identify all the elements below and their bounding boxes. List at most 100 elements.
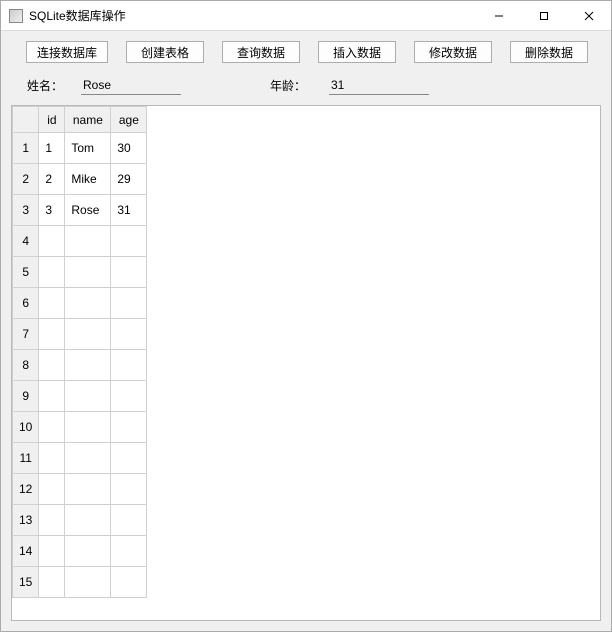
cell-age[interactable] — [111, 257, 147, 288]
cell-name[interactable] — [65, 505, 111, 536]
table-row[interactable]: 6 — [13, 288, 147, 319]
maximize-button[interactable] — [521, 1, 566, 30]
cell-age[interactable] — [111, 226, 147, 257]
table-row[interactable]: 33Rose31 — [13, 195, 147, 226]
cell-name[interactable] — [65, 319, 111, 350]
toolbar: 连接数据库 创建表格 查询数据 插入数据 修改数据 删除数据 — [1, 31, 611, 69]
row-header[interactable]: 14 — [13, 536, 39, 567]
cell-age[interactable] — [111, 536, 147, 567]
window-title: SQLite数据库操作 — [29, 7, 476, 24]
table-row[interactable]: 9 — [13, 381, 147, 412]
row-header[interactable]: 10 — [13, 412, 39, 443]
row-header[interactable]: 11 — [13, 443, 39, 474]
table-row[interactable]: 12 — [13, 474, 147, 505]
row-header[interactable]: 15 — [13, 567, 39, 598]
header-row: id name age — [13, 107, 147, 133]
cell-id[interactable] — [39, 412, 65, 443]
name-label: 姓名： — [15, 77, 75, 94]
cell-age[interactable] — [111, 505, 147, 536]
table-row[interactable]: 14 — [13, 536, 147, 567]
cell-age[interactable] — [111, 474, 147, 505]
row-header[interactable]: 7 — [13, 319, 39, 350]
cell-name[interactable]: Mike — [65, 164, 111, 195]
col-header-age[interactable]: age — [111, 107, 147, 133]
cell-age[interactable] — [111, 443, 147, 474]
table-row[interactable]: 11 — [13, 443, 147, 474]
cell-age[interactable]: 30 — [111, 133, 147, 164]
cell-id[interactable] — [39, 536, 65, 567]
cell-name[interactable] — [65, 567, 111, 598]
table-body: 11Tom3022Mike2933Rose3145678910111213141… — [13, 133, 147, 598]
create-table-button[interactable]: 创建表格 — [126, 41, 204, 63]
app-window: SQLite数据库操作 连接数据库 创建表格 查询数据 插入数据 修改数据 删除… — [0, 0, 612, 632]
cell-age[interactable] — [111, 567, 147, 598]
cell-age[interactable] — [111, 412, 147, 443]
cell-id[interactable] — [39, 288, 65, 319]
cell-id[interactable] — [39, 474, 65, 505]
row-header[interactable]: 6 — [13, 288, 39, 319]
minimize-icon — [494, 11, 504, 21]
cell-id[interactable] — [39, 257, 65, 288]
col-header-name[interactable]: name — [65, 107, 111, 133]
row-header[interactable]: 8 — [13, 350, 39, 381]
row-header[interactable]: 12 — [13, 474, 39, 505]
cell-name[interactable]: Rose — [65, 195, 111, 226]
cell-id[interactable]: 3 — [39, 195, 65, 226]
cell-age[interactable] — [111, 381, 147, 412]
cell-name[interactable] — [65, 443, 111, 474]
cell-id[interactable]: 1 — [39, 133, 65, 164]
close-button[interactable] — [566, 1, 611, 30]
update-data-button[interactable]: 修改数据 — [414, 41, 492, 63]
table-row[interactable]: 5 — [13, 257, 147, 288]
close-icon — [584, 11, 594, 21]
cell-id[interactable] — [39, 319, 65, 350]
table-row[interactable]: 8 — [13, 350, 147, 381]
table-row[interactable]: 10 — [13, 412, 147, 443]
cell-name[interactable] — [65, 226, 111, 257]
cell-id[interactable]: 2 — [39, 164, 65, 195]
age-input[interactable] — [329, 75, 429, 95]
cell-age[interactable] — [111, 288, 147, 319]
connect-db-button[interactable]: 连接数据库 — [26, 41, 108, 63]
cell-name[interactable] — [65, 536, 111, 567]
row-header[interactable]: 3 — [13, 195, 39, 226]
table-row[interactable]: 22Mike29 — [13, 164, 147, 195]
cell-id[interactable] — [39, 443, 65, 474]
row-header[interactable]: 9 — [13, 381, 39, 412]
cell-name[interactable] — [65, 257, 111, 288]
row-header[interactable]: 2 — [13, 164, 39, 195]
delete-data-button[interactable]: 删除数据 — [510, 41, 588, 63]
data-table-container[interactable]: id name age 11Tom3022Mike2933Rose3145678… — [11, 105, 601, 621]
form-row: 姓名： 年龄： — [1, 69, 611, 105]
cell-name[interactable] — [65, 412, 111, 443]
cell-name[interactable] — [65, 474, 111, 505]
cell-id[interactable] — [39, 567, 65, 598]
query-data-button[interactable]: 查询数据 — [222, 41, 300, 63]
cell-id[interactable] — [39, 381, 65, 412]
cell-age[interactable]: 31 — [111, 195, 147, 226]
name-input[interactable] — [81, 75, 181, 95]
row-header[interactable]: 1 — [13, 133, 39, 164]
cell-name[interactable] — [65, 288, 111, 319]
cell-name[interactable] — [65, 381, 111, 412]
minimize-button[interactable] — [476, 1, 521, 30]
table-row[interactable]: 11Tom30 — [13, 133, 147, 164]
table-row[interactable]: 15 — [13, 567, 147, 598]
table-row[interactable]: 4 — [13, 226, 147, 257]
cell-name[interactable] — [65, 350, 111, 381]
cell-id[interactable] — [39, 350, 65, 381]
col-header-id[interactable]: id — [39, 107, 65, 133]
cell-id[interactable] — [39, 505, 65, 536]
cell-age[interactable] — [111, 319, 147, 350]
row-header[interactable]: 5 — [13, 257, 39, 288]
row-header[interactable]: 13 — [13, 505, 39, 536]
table-row[interactable]: 7 — [13, 319, 147, 350]
cell-id[interactable] — [39, 226, 65, 257]
table-row[interactable]: 13 — [13, 505, 147, 536]
insert-data-button[interactable]: 插入数据 — [318, 41, 396, 63]
row-header[interactable]: 4 — [13, 226, 39, 257]
cell-name[interactable]: Tom — [65, 133, 111, 164]
window-controls — [476, 1, 611, 30]
cell-age[interactable]: 29 — [111, 164, 147, 195]
cell-age[interactable] — [111, 350, 147, 381]
